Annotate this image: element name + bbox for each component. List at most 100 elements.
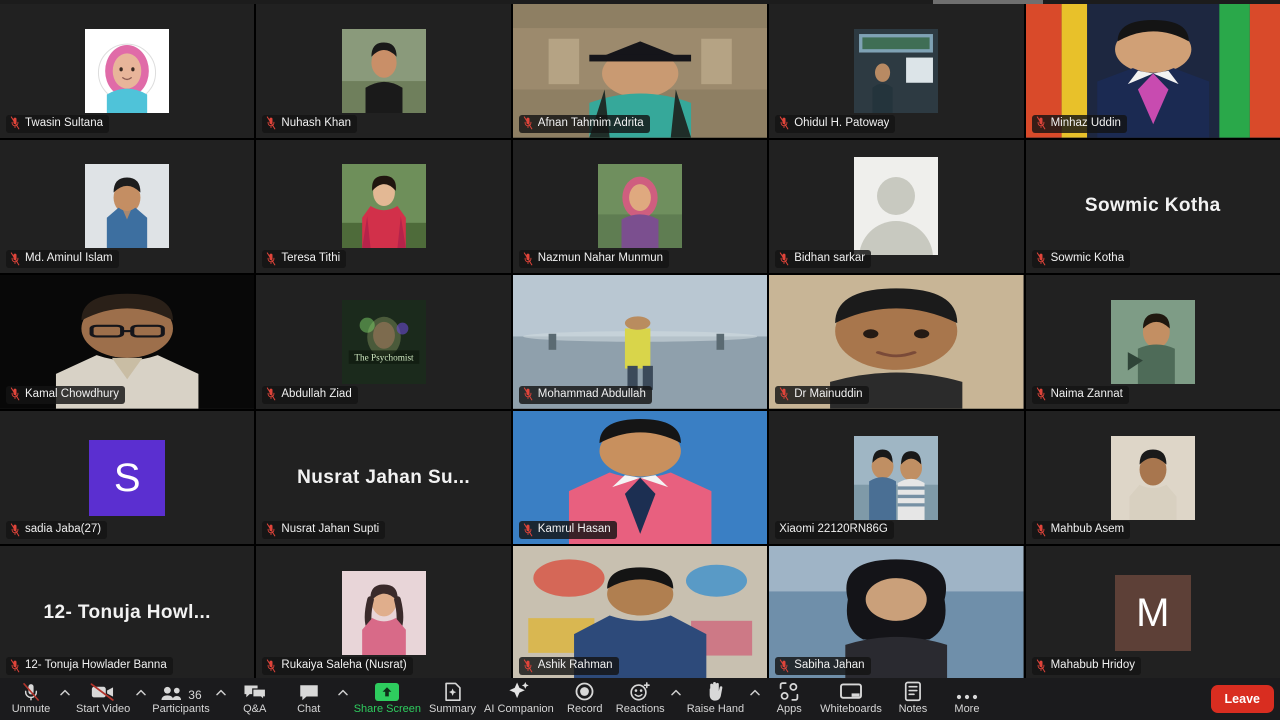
participant-name-label: Abdullah Ziad [262,385,358,404]
toolbar-reactions-button[interactable]: Reactions [612,678,669,720]
toolbar-unmute-options-caret[interactable] [58,678,72,720]
participant-name: Afnan Tahmim Adrita [537,116,644,129]
participant-name: Nusrat Jahan Supti [281,523,380,536]
participant-image [341,164,426,249]
participant-name: sadia Jaba(27) [25,523,102,536]
toolbar-raise-hand-options-caret[interactable] [748,678,762,720]
participant-name: Mahabub Hridoy [1050,659,1135,671]
participant-tile[interactable]: Teresa Tithi [256,139,511,274]
toolbar-unmute-button[interactable]: Unmute [4,678,58,720]
participant-tile[interactable]: Ssadia Jaba(27) [0,410,255,545]
notes-icon [904,681,921,701]
participant-image [597,164,682,249]
mic-muted-icon [523,116,533,130]
leave-meeting-button[interactable]: Leave [1210,685,1274,713]
participant-avatar-photo [1110,299,1195,384]
participant-display-name: Nusrat Jahan Su... [297,466,471,488]
mic-muted-icon [10,523,20,537]
mic-muted-icon [23,682,39,701]
chevron-up-icon[interactable] [750,689,760,696]
toolbar-whiteboards-button[interactable]: Whiteboards [816,678,886,720]
participant-name-label: Twasin Sultana [6,114,109,133]
participant-tile[interactable]: Rukaiya Saleha (Nusrat) [256,546,511,680]
participant-tile[interactable]: Ohidul H. Patoway [769,4,1024,138]
participant-tile[interactable]: Minhaz Uddin [1025,4,1280,138]
participant-tile[interactable]: Sowmic Kotha Sowmic Kotha [1025,139,1280,274]
participant-tile[interactable]: Ashik Rahman [512,546,768,680]
toolbar-chat-label: Chat [297,702,321,715]
participant-name-label: Rukaiya Saleha (Nusrat) [262,657,413,675]
participants-icon: 36 [160,683,202,702]
toolbar-qa-label: Q&A [243,702,267,715]
participant-tile[interactable]: Sabiha Jahan [769,546,1024,680]
participant-name-label: Sabiha Jahan [775,657,871,675]
participant-tile[interactable]: Nazmun Nahar Munmun [512,139,768,274]
participant-avatar-photo [1110,435,1195,520]
participant-tile[interactable]: The Psychomist Abdullah Ziad [256,275,511,409]
participant-tile[interactable]: Dr Mainuddin [769,275,1024,409]
participant-tile[interactable]: Twasin Sultana [0,4,255,138]
chevron-up-icon[interactable] [337,689,348,696]
avatar-body [859,221,934,256]
mic-muted-icon [1036,387,1045,401]
participant-letter-avatar: M [1114,575,1191,652]
raise-hand-icon [705,681,725,702]
toolbar-apps-button[interactable]: Apps [762,678,816,720]
toolbar-summary-button[interactable]: Summary [425,678,480,720]
participant-tile[interactable]: Md. Aminul Islam [0,139,255,274]
ai-sparkle-icon [507,681,531,702]
mic-muted-icon [1036,116,1045,130]
participant-tile[interactable]: 12- Tonuja Howl... 12- Tonuja Howlader Ba… [0,546,255,680]
toolbar-qa-button[interactable]: Q&A [228,678,282,720]
participant-tile[interactable]: Nuhash Khan [256,4,511,138]
toolbar-apps-label: Apps [776,702,802,715]
participant-tile[interactable]: Kamal Chowdhury [0,275,255,409]
share-screen-icon [374,682,400,702]
chevron-up-icon[interactable] [670,689,681,696]
toolbar-chat-button[interactable]: Chat [282,678,336,720]
mic-muted-icon [20,682,42,702]
toolbar-participants-button[interactable]: 36 Participants [148,678,213,720]
participant-tile[interactable]: Mahbub Asem [1025,410,1280,545]
participant-tile[interactable]: Nusrat Jahan Su... Nusrat Jahan Supti [256,410,511,545]
toolbar-start-video-options-caret[interactable] [134,678,148,720]
toolbar-chat-options-caret[interactable] [336,678,350,720]
participant-image [854,28,939,113]
mic-muted-icon [10,658,20,672]
participant-tile[interactable]: Bidhan sarkar [769,139,1024,274]
mic-muted-icon [267,116,276,130]
participant-name: Bidhan sarkar [794,252,866,265]
participant-tile[interactable]: Naima Zannat [1025,275,1280,409]
chevron-up-icon[interactable] [215,689,226,696]
toolbar-participants-options-caret[interactable] [214,678,228,720]
summary-icon [444,682,461,701]
participant-tile[interactable]: Xiaomi 22120RN86G [769,410,1024,545]
toolbar-ai-companion-button[interactable]: AI Companion [480,678,558,720]
mic-muted-icon [523,387,533,401]
participant-tile[interactable]: Kamrul Hasan [512,410,768,545]
toolbar-notes-button[interactable]: Notes [886,678,940,720]
toolbar-raise-hand-button[interactable]: Raise Hand [683,678,748,720]
chevron-up-icon[interactable] [60,689,70,696]
participant-name: Twasin Sultana [25,116,103,129]
participant-name: Ohidul H. Patoway [794,116,890,129]
participant-tile[interactable]: Mohammad Abdullah [512,275,768,409]
mic-muted-icon [780,387,789,401]
participant-tile[interactable]: Afnan Tahmim Adrita [512,4,768,138]
mic-muted-icon [523,658,533,672]
record-icon [575,682,594,700]
participant-name-label: Sowmic Kotha [1031,250,1131,269]
avatar-head [877,176,916,215]
toolbar-whiteboards-label: Whiteboards [820,702,882,715]
mic-muted-icon [10,116,20,130]
mic-muted-icon [1036,523,1045,537]
participant-tile[interactable]: M Mahabub Hridoy [1025,546,1280,680]
participant-name-label: Kamrul Hasan [518,521,617,540]
toolbar-more-button[interactable]: More [940,678,994,720]
qa-icon [243,683,267,702]
toolbar-record-button[interactable]: Record [558,678,612,720]
toolbar-share-screen-button[interactable]: Share Screen [350,678,425,720]
toolbar-reactions-options-caret[interactable] [669,678,683,720]
chevron-up-icon[interactable] [136,689,146,696]
toolbar-start-video-button[interactable]: Start Video [72,678,134,720]
